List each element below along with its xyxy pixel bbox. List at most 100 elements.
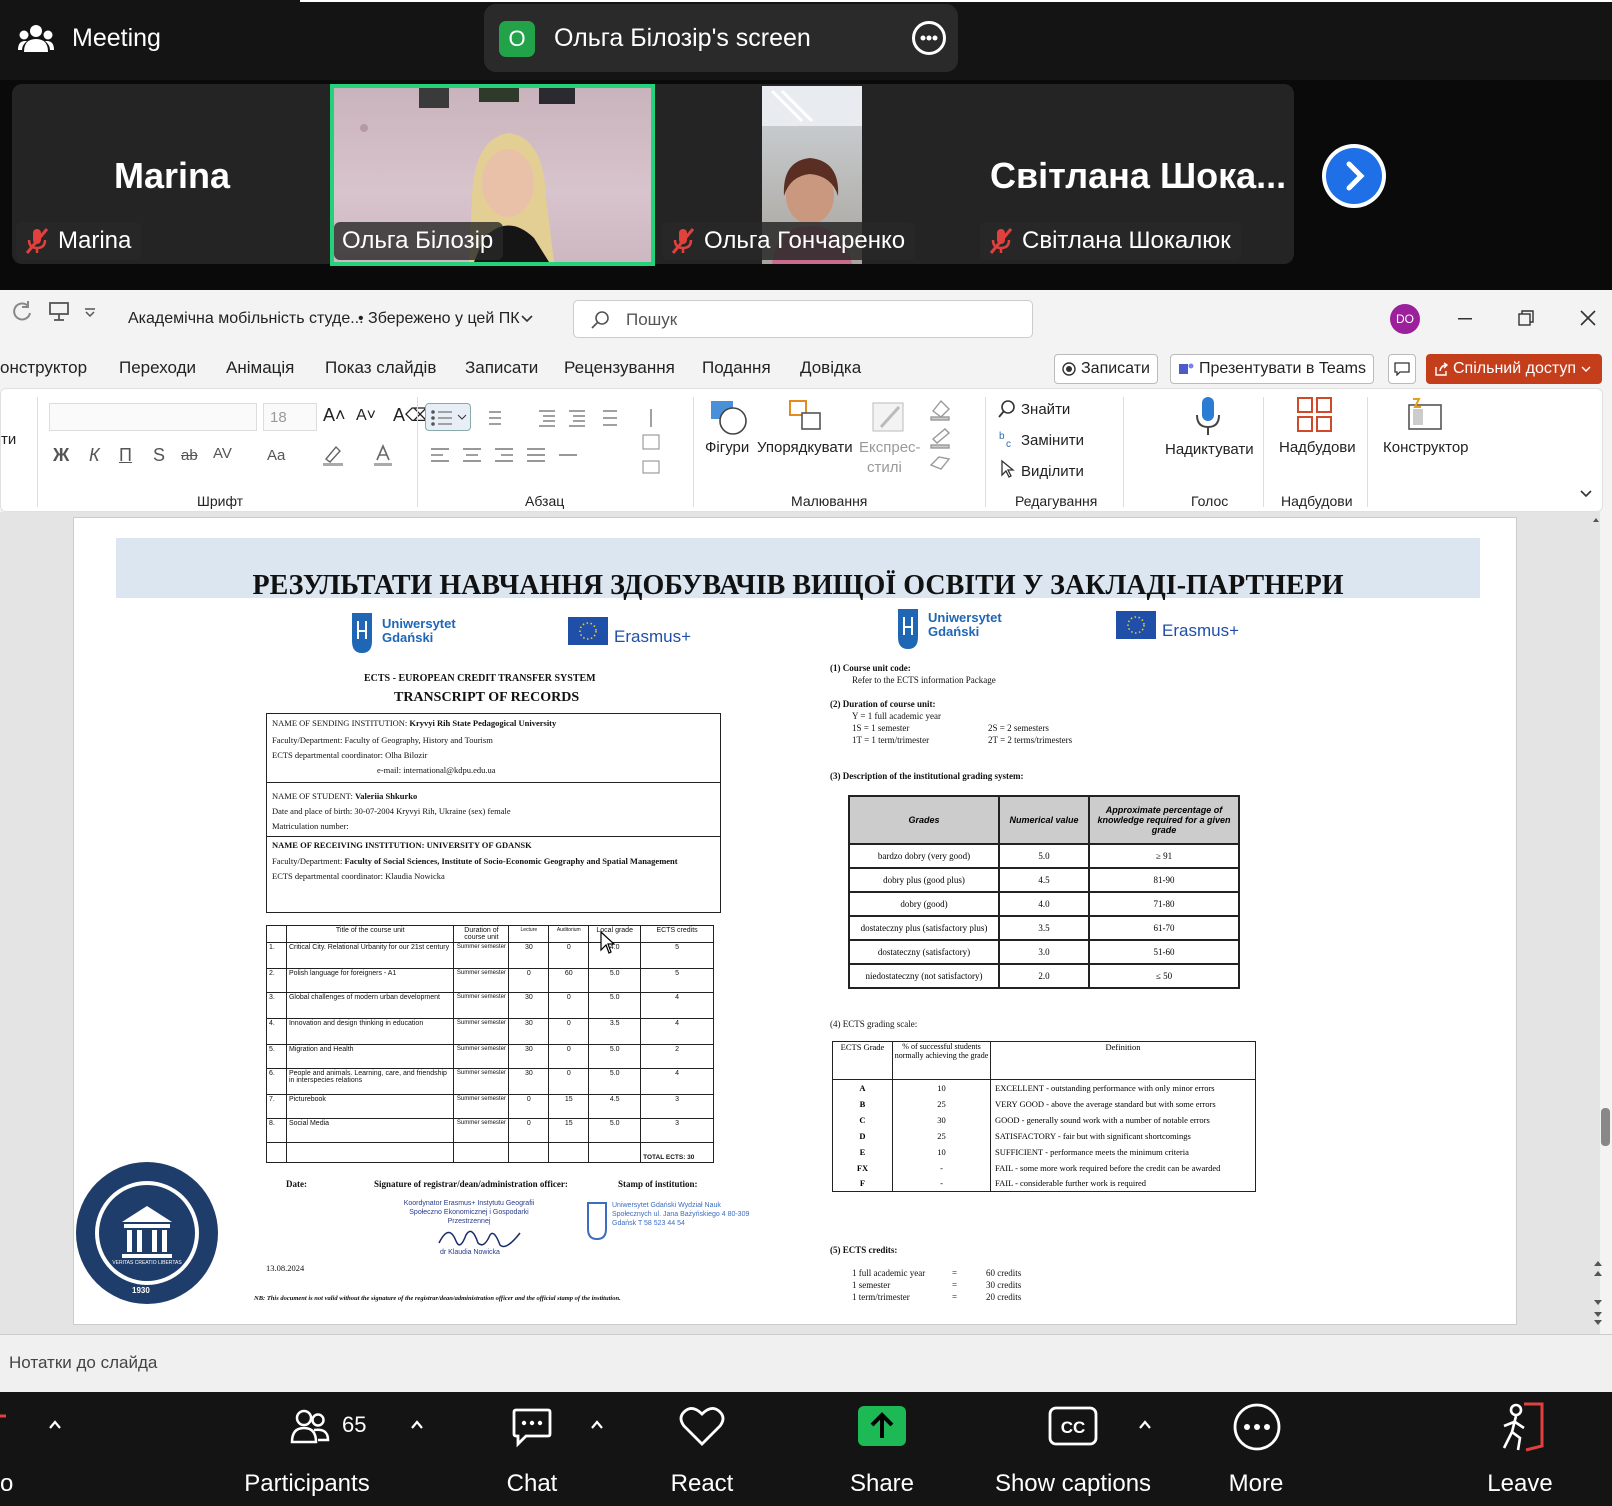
show-captions-button[interactable]: CC Show captions	[988, 1392, 1158, 1506]
course-duration: Summer semester	[453, 1068, 510, 1095]
shrink-font-icon[interactable]: A˅	[356, 407, 376, 425]
quick-styles-label-1[interactable]: Експрес-	[859, 439, 921, 456]
chevron-up-icon[interactable]	[48, 1418, 62, 1432]
save-status[interactable]: • Збережено у цей ПК	[358, 310, 520, 328]
grade-value: 4.0	[998, 891, 1090, 917]
meeting-participants-icon[interactable]	[18, 22, 54, 56]
audio-button-cut[interactable]: o	[0, 1392, 20, 1506]
quick-styles-icon[interactable]	[869, 397, 909, 437]
slide-notes-pane[interactable]: Нотатки до слайда	[0, 1334, 1612, 1392]
shapes-label[interactable]: Фігури	[705, 439, 749, 456]
strikethrough-button[interactable]: ab	[181, 447, 198, 464]
account-avatar[interactable]: DO	[1390, 304, 1420, 334]
share-screen-button[interactable]: Share	[836, 1392, 928, 1506]
tab-design[interactable]: онструктор	[0, 358, 87, 378]
highlight-icon[interactable]	[321, 443, 345, 467]
arrange-label[interactable]: Упорядкувати	[757, 439, 853, 456]
search-input[interactable]: Пошук	[573, 300, 1033, 338]
more-label: More	[1228, 1470, 1284, 1497]
course-lecture: 30	[508, 992, 550, 1019]
course-row: 3. Global challenges of modern urban deve…	[266, 992, 714, 1019]
university-gdansk-logo-icon	[352, 613, 372, 653]
course-auditorium: 0	[548, 1044, 590, 1069]
char-spacing-button[interactable]: AV	[213, 445, 232, 462]
paragraph-tools-icon[interactable]	[481, 407, 671, 429]
tab-record[interactable]: Записати	[465, 358, 538, 378]
text-direction-icon[interactable]	[641, 431, 681, 481]
select-button[interactable]: Виділити	[1021, 463, 1084, 480]
participant-label: Світлана Шокалюк	[980, 222, 1241, 260]
addins-button[interactable]: Надбудови	[1279, 439, 1356, 456]
present-in-teams-button[interactable]: Презентувати в Teams	[1170, 354, 1374, 384]
share-button[interactable]: Спільний доступ	[1426, 354, 1602, 384]
minimize-icon[interactable]	[1458, 318, 1472, 320]
shadow-button[interactable]: S	[153, 445, 165, 466]
quick-styles-label-2[interactable]: стилі	[867, 459, 902, 476]
replace-button[interactable]: Замінити	[1021, 432, 1084, 449]
ects-scale-table: ECTS Grade % of successful students norm…	[832, 1041, 1256, 1192]
close-icon[interactable]	[1580, 310, 1596, 326]
tab-animations[interactable]: Анімація	[226, 358, 294, 378]
chevron-right-icon	[1326, 148, 1382, 204]
quick-access-dropdown-icon[interactable]	[84, 308, 96, 318]
course-lecture: 0	[508, 1094, 550, 1119]
microphone-icon[interactable]	[1193, 395, 1223, 437]
slide-navigation-icons[interactable]	[1592, 1260, 1604, 1330]
comments-button[interactable]	[1388, 354, 1416, 384]
tab-transitions[interactable]: Переходи	[119, 358, 196, 378]
designer-button[interactable]: Конструктор	[1383, 439, 1469, 456]
addins-icon[interactable]	[1295, 395, 1335, 435]
restore-icon[interactable]	[1518, 310, 1534, 326]
slide-canvas: РЕЗУЛЬТАТИ НАВЧАННЯ ЗДОБУВАЧІВ ВИЩОЇ ОСВ…	[0, 512, 1602, 1334]
find-button[interactable]: Знайти	[1021, 401, 1070, 418]
chat-button[interactable]: Chat	[484, 1392, 580, 1506]
university-gdansk-logo-icon	[898, 609, 918, 649]
record-button[interactable]: Записати	[1054, 354, 1158, 384]
change-case-button[interactable]: Aa	[267, 447, 285, 464]
font-color-icon[interactable]	[371, 443, 395, 467]
font-family-select[interactable]	[49, 403, 257, 431]
grow-font-icon[interactable]: A˄	[323, 405, 346, 426]
present-from-start-icon[interactable]	[48, 300, 70, 322]
slide[interactable]: РЕЗУЛЬТАТИ НАВЧАННЯ ЗДОБУВАЧІВ ВИЩОЇ ОСВ…	[73, 517, 1517, 1325]
redo-icon[interactable]	[12, 300, 34, 322]
underline-button[interactable]: П	[119, 445, 132, 466]
bullets-button[interactable]	[425, 403, 471, 431]
gallery-next-button[interactable]	[1322, 144, 1386, 208]
italic-button[interactable]: К	[89, 445, 100, 466]
chevron-up-icon[interactable]	[410, 1418, 424, 1432]
tab-view[interactable]: Подання	[702, 358, 771, 378]
chevron-up-icon[interactable]	[590, 1418, 604, 1432]
arrange-icon[interactable]	[786, 397, 826, 437]
duration-2s: 2S = 2 semesters	[988, 723, 1049, 733]
participants-button[interactable]: 65 Participants	[238, 1392, 376, 1506]
more-button[interactable]: More	[1208, 1392, 1304, 1506]
designer-icon[interactable]	[1405, 395, 1445, 435]
alignment-icons[interactable]	[429, 445, 579, 467]
ects-letter: FX	[832, 1159, 893, 1176]
recv-coordinator-line: ECTS departmental coordinator: Klaudia N…	[272, 871, 445, 881]
chevron-up-icon[interactable]	[1138, 1418, 1152, 1432]
tab-help[interactable]: Довідка	[800, 358, 861, 378]
dictate-button[interactable]: Надиктувати	[1165, 441, 1254, 458]
scrollbar-thumb[interactable]	[1601, 1108, 1610, 1146]
document-title[interactable]: Академічна мобільність студе...	[128, 310, 364, 328]
course-auditorium: 0	[548, 1018, 590, 1045]
erasmus-logo-text: Erasmus+	[1162, 621, 1239, 640]
screen-share-indicator[interactable]: О Ольга Білозір's screen	[484, 4, 958, 72]
bold-button[interactable]: Ж	[53, 445, 69, 466]
react-button[interactable]: React	[656, 1392, 748, 1506]
share-options-icon[interactable]	[912, 21, 946, 55]
tab-review[interactable]: Рецензування	[564, 358, 675, 378]
chevron-down-icon[interactable]	[520, 314, 534, 324]
fill-outline-effects-icons[interactable]	[927, 397, 967, 477]
scroll-up-icon[interactable]	[1592, 516, 1600, 524]
tab-slideshow[interactable]: Показ слайдів	[325, 358, 436, 378]
chevron-down-icon[interactable]	[1579, 489, 1593, 499]
font-size-select[interactable]: 18	[263, 403, 317, 431]
ribbon-separator	[1263, 397, 1264, 507]
leave-button[interactable]: Leave	[1472, 1392, 1568, 1506]
course-title-header: Title of the course unit	[285, 925, 455, 943]
shapes-icon[interactable]	[709, 397, 749, 437]
grades-header: Grades	[848, 795, 1000, 845]
